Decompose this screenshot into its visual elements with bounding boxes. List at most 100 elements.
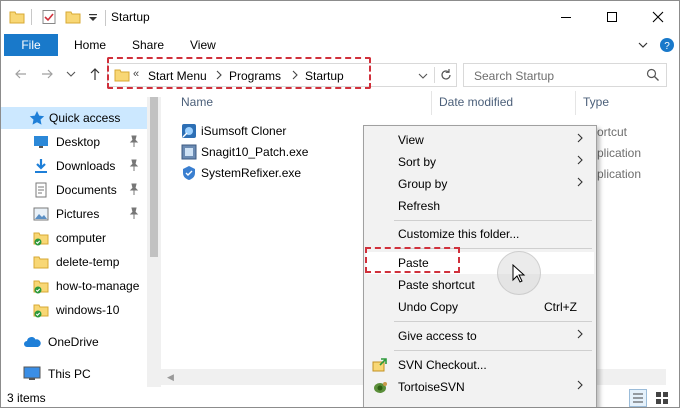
submenu-arrow-icon [576, 132, 584, 147]
customize-toolbar-icon[interactable] [87, 9, 103, 25]
menu-label: Refresh [398, 199, 441, 213]
search-placeholder: Search Startup [474, 69, 555, 83]
nav-item-delete-temp[interactable]: delete-temp [1, 251, 146, 273]
menu-separator [394, 350, 592, 351]
help-icon[interactable]: ? [659, 37, 675, 53]
ribbon-tabs: File Home Share View ? [1, 33, 679, 57]
this-pc-icon [23, 366, 41, 382]
menu-shortcut: Ctrl+Z [544, 300, 577, 314]
menu-item-paste-shortcut[interactable]: Paste shortcut [366, 274, 594, 296]
submenu-arrow-icon [576, 328, 584, 343]
expand-ribbon-icon[interactable] [635, 37, 651, 53]
file-row[interactable]: iSumsoft Cloner [181, 121, 381, 141]
star-icon [29, 110, 45, 126]
synced-folder-icon [33, 230, 49, 246]
maximize-button[interactable] [589, 1, 635, 33]
nav-label: Desktop [56, 135, 101, 149]
forward-arrow-icon[interactable] [39, 65, 55, 83]
svg-text:?: ? [664, 41, 670, 52]
menu-label: Give access to [398, 329, 477, 343]
menu-item-give-access[interactable]: Give access to [366, 325, 594, 347]
address-divider [434, 67, 435, 83]
menu-item-view[interactable]: View [366, 129, 594, 151]
onedrive-icon [23, 334, 41, 350]
recent-locations-icon[interactable] [63, 65, 79, 83]
download-icon [33, 158, 49, 174]
nav-item-onedrive[interactable]: OneDrive [1, 331, 146, 353]
file-type: plication [597, 167, 642, 181]
menu-item-svn-checkout[interactable]: SVN Checkout... [366, 354, 594, 376]
column-divider[interactable] [431, 91, 432, 115]
pin-icon[interactable] [129, 159, 139, 171]
nav-label: how-to-manage [56, 279, 140, 293]
file-name: SystemRefixer.exe [201, 166, 302, 180]
submenu-arrow-icon [576, 154, 584, 169]
tab-share[interactable]: Share [132, 38, 164, 52]
nav-item-downloads[interactable]: Downloads [1, 155, 146, 177]
scroll-left-icon[interactable]: ◀ [167, 372, 174, 383]
svn-checkout-icon [372, 357, 388, 373]
menu-separator [394, 220, 592, 221]
scrollbar-thumb[interactable] [150, 97, 158, 257]
maximize-icon [607, 12, 617, 22]
back-arrow-icon[interactable] [13, 65, 29, 83]
pin-icon[interactable] [129, 207, 139, 219]
nav-label: Quick access [49, 111, 121, 125]
navigation-pane: Quick access Desktop Downloads Documents… [1, 97, 161, 387]
title-bar: Startup [1, 1, 679, 33]
nav-label: Documents [56, 183, 117, 197]
close-icon [652, 11, 664, 23]
close-button[interactable] [635, 1, 679, 33]
systemrefixer-icon [181, 165, 197, 181]
nav-item-how-to-manage[interactable]: how-to-manage [1, 275, 146, 297]
column-divider[interactable] [575, 91, 576, 115]
search-icon[interactable] [646, 68, 660, 85]
column-name[interactable]: Name [181, 95, 213, 109]
nav-item-this-pc[interactable]: This PC [1, 363, 146, 385]
menu-item-refresh[interactable]: Refresh [366, 195, 594, 217]
nav-item-pictures[interactable]: Pictures [1, 203, 146, 225]
address-highlight-box [107, 57, 371, 89]
refresh-icon[interactable] [439, 68, 453, 85]
menu-item-tortoisesvn[interactable]: TortoiseSVN [366, 376, 594, 398]
minimize-button[interactable] [543, 1, 589, 33]
documents-icon [33, 182, 49, 198]
nav-item-computer[interactable]: computer [1, 227, 146, 249]
menu-item-undo-copy[interactable]: Undo Copy Ctrl+Z [366, 296, 594, 318]
menu-separator [394, 321, 592, 322]
details-view-icon[interactable] [629, 389, 647, 407]
nav-item-documents[interactable]: Documents [1, 179, 146, 201]
address-row: « Start Menu Programs Startup Search Sta… [1, 57, 679, 91]
column-type[interactable]: Type [583, 95, 609, 109]
file-name: iSumsoft Cloner [201, 124, 287, 138]
file-row[interactable]: Snagit10_Patch.exe [181, 142, 381, 162]
menu-item-group-by[interactable]: Group by [366, 173, 594, 195]
submenu-arrow-icon [576, 176, 584, 191]
nav-item-quick-access[interactable]: Quick access [1, 107, 147, 129]
nav-label: This PC [48, 367, 91, 381]
nav-scrollbar[interactable] [147, 97, 161, 387]
tab-home[interactable]: Home [74, 38, 106, 52]
tab-file[interactable]: File [4, 34, 58, 56]
address-dropdown-icon[interactable] [418, 70, 428, 84]
pin-icon[interactable] [129, 135, 139, 147]
mouse-pointer-icon [512, 263, 526, 287]
nav-label: OneDrive [48, 335, 99, 349]
column-date-modified[interactable]: Date modified [439, 95, 513, 109]
folder-icon [9, 9, 25, 25]
menu-item-sort-by[interactable]: Sort by [366, 151, 594, 173]
synced-folder-icon [33, 278, 49, 294]
file-row[interactable]: SystemRefixer.exe [181, 163, 381, 183]
properties-icon[interactable] [41, 9, 57, 25]
search-box[interactable]: Search Startup [463, 63, 667, 87]
new-folder-icon[interactable] [65, 9, 81, 25]
pin-icon[interactable] [129, 183, 139, 195]
nav-item-windows-10[interactable]: windows-10 [1, 299, 146, 321]
nav-item-desktop[interactable]: Desktop [1, 131, 146, 153]
tab-view[interactable]: View [190, 38, 216, 52]
menu-label: View [398, 133, 424, 147]
menu-item-customize-folder[interactable]: Customize this folder... [366, 223, 594, 245]
up-arrow-icon[interactable] [87, 65, 103, 83]
large-icons-view-icon[interactable] [653, 389, 671, 407]
tortoisesvn-icon [372, 379, 388, 395]
